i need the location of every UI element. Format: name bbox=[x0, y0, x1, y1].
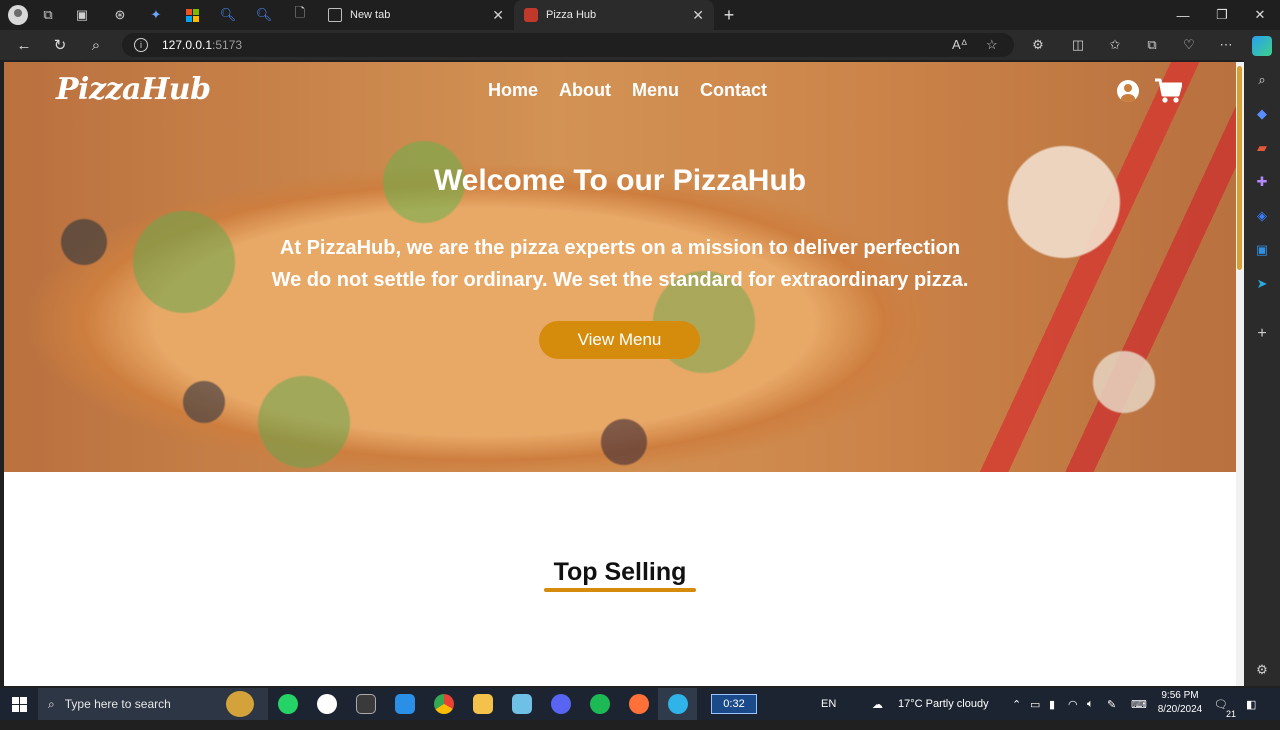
refresh-icon[interactable]: ↻ bbox=[42, 30, 78, 60]
notification-count: 21 bbox=[1226, 709, 1237, 719]
outlook-icon[interactable]: ▣ bbox=[1252, 240, 1272, 260]
language-indicator[interactable]: EN bbox=[821, 688, 836, 720]
profile-avatar-icon[interactable] bbox=[8, 5, 28, 25]
whatsapp-icon[interactable] bbox=[268, 688, 307, 720]
search-icon: ⌕ bbox=[48, 696, 55, 711]
clock-time: 9:56 PM bbox=[1161, 690, 1199, 701]
clock-date: 8/20/2024 bbox=[1157, 704, 1203, 715]
hero-subtitle-line-2: We do not settle for ordinary. We set th… bbox=[271, 269, 969, 291]
url-port: :5173 bbox=[212, 38, 243, 52]
tab-actions-icon[interactable]: ▣ bbox=[68, 1, 96, 29]
nav-home[interactable]: Home bbox=[488, 80, 538, 101]
search-icon[interactable]: ⌕ bbox=[78, 30, 114, 60]
chrome-icon[interactable] bbox=[424, 688, 463, 720]
browser-essentials-icon[interactable]: ♡ bbox=[1171, 30, 1207, 60]
send-icon[interactable]: ➤ bbox=[1252, 274, 1272, 294]
more-options-icon[interactable]: ⋯ bbox=[1208, 30, 1244, 60]
new-tab-favicon-icon bbox=[328, 8, 342, 22]
sidebar-search-icon[interactable]: ⌕ bbox=[1252, 70, 1272, 90]
pinned-tab-chatgpt-icon[interactable]: ⊛ bbox=[102, 0, 138, 30]
tab-pizza-hub[interactable]: Pizza Hub ✕ bbox=[514, 0, 714, 30]
spotify-icon[interactable] bbox=[580, 688, 619, 720]
favorite-star-icon[interactable]: ☆ bbox=[986, 33, 998, 57]
media-timer[interactable]: 0:32 bbox=[711, 694, 757, 714]
system-clock[interactable]: 9:56 PM 8/20/2024 bbox=[1154, 689, 1206, 717]
shopping-cart-icon[interactable] bbox=[1154, 78, 1182, 104]
pen-icon[interactable]: ✎ bbox=[1107, 688, 1116, 720]
pinned-tab-search-icon[interactable]: 🔍︎ bbox=[210, 0, 246, 30]
tab-new-tab[interactable]: New tab ✕ bbox=[318, 0, 514, 30]
top-selling-heading: Top Selling bbox=[553, 558, 687, 586]
nav-menu[interactable]: Menu bbox=[632, 80, 679, 101]
page-viewport: PizzaHub Home About Menu Contact Welcome… bbox=[4, 62, 1236, 686]
hero-subtitle-line-1: At PizzaHub, we are the pizza experts on… bbox=[279, 237, 961, 259]
close-tab-icon[interactable]: ✕ bbox=[692, 7, 704, 24]
taskbar-search-box[interactable]: ⌕ Type here to search bbox=[38, 688, 268, 720]
heading-underline bbox=[544, 588, 696, 592]
weather-icon[interactable]: ☁ bbox=[872, 688, 883, 720]
collections-icon[interactable]: ⧉ bbox=[1134, 30, 1170, 60]
pinned-tab-document-icon[interactable]: 🗋 bbox=[282, 0, 318, 30]
split-screen-icon[interactable]: ◫ bbox=[1060, 30, 1096, 60]
weather-text[interactable]: 17°C Partly cloudy bbox=[898, 688, 989, 720]
widgets-icon[interactable]: ◧ bbox=[1246, 688, 1256, 720]
taskbar-search-placeholder: Type here to search bbox=[64, 697, 171, 711]
site-logo[interactable]: PizzaHub bbox=[56, 72, 211, 107]
shopping-tag-icon[interactable]: ◆ bbox=[1252, 104, 1272, 124]
games-icon[interactable]: ✚ bbox=[1252, 172, 1272, 192]
add-sidebar-app-icon[interactable]: + bbox=[1252, 324, 1272, 344]
volume-icon[interactable]: 🔈︎ bbox=[1087, 688, 1094, 720]
maximize-icon[interactable]: ❐ bbox=[1203, 0, 1241, 30]
nav-contact[interactable]: Contact bbox=[700, 80, 767, 101]
edge-sidebar bbox=[1244, 30, 1280, 686]
file-explorer-icon[interactable] bbox=[463, 688, 502, 720]
sidebar-settings-icon[interactable]: ⚙︎ bbox=[1252, 660, 1272, 680]
tray-device-icon[interactable]: ▭ bbox=[1030, 688, 1040, 720]
microsoft-365-icon[interactable]: ◈ bbox=[1252, 206, 1272, 226]
firefox-icon[interactable] bbox=[619, 688, 658, 720]
nav-about[interactable]: About bbox=[559, 80, 611, 101]
keyboard-icon[interactable]: ⌨ bbox=[1131, 688, 1147, 720]
tab-title: New tab bbox=[350, 9, 391, 21]
url-host: 127.0.0.1 bbox=[162, 38, 213, 52]
pinned-tab-search-2-icon[interactable]: 🔍︎ bbox=[246, 0, 282, 30]
view-menu-button[interactable]: View Menu bbox=[539, 321, 700, 359]
search-highlight-icon bbox=[226, 691, 254, 717]
pinned-tab-microsoft-icon[interactable] bbox=[174, 0, 210, 30]
discord-icon[interactable] bbox=[541, 688, 580, 720]
workspaces-icon[interactable]: ⧉ bbox=[34, 1, 62, 29]
battery-icon[interactable]: ▮ bbox=[1049, 688, 1055, 720]
back-arrow-icon[interactable]: ← bbox=[6, 30, 42, 60]
extensions-icon[interactable]: ⚙︎ bbox=[1020, 30, 1056, 60]
hero-title: Welcome To our PizzaHub bbox=[433, 164, 807, 197]
github-icon[interactable] bbox=[307, 688, 346, 720]
site-nav: Home About Menu Contact bbox=[488, 80, 767, 101]
new-tab-plus-icon[interactable]: + bbox=[714, 0, 744, 30]
terminal-icon[interactable] bbox=[346, 688, 385, 720]
copilot-icon[interactable] bbox=[1252, 36, 1272, 56]
vscode-icon[interactable] bbox=[385, 688, 424, 720]
close-tab-icon[interactable]: ✕ bbox=[492, 7, 504, 24]
tab-title: Pizza Hub bbox=[546, 9, 597, 21]
hero-section: PizzaHub Home About Menu Contact Welcome… bbox=[4, 62, 1236, 472]
site-info-icon[interactable]: i bbox=[134, 38, 148, 52]
read-aloud-icon[interactable]: Aᐞ bbox=[952, 33, 968, 57]
tab-strip: ⧉ ▣ ⊛ ✦ 🔍︎ 🔍︎ 🗋 New tab ✕ Pizza Hub ✕ + … bbox=[0, 0, 1280, 30]
wifi-icon[interactable]: ◠ bbox=[1068, 688, 1078, 720]
close-window-icon[interactable]: ✕ bbox=[1241, 0, 1279, 30]
tools-briefcase-icon[interactable]: ▰ bbox=[1252, 138, 1272, 158]
pinned-tab-gemini-icon[interactable]: ✦ bbox=[138, 0, 174, 30]
address-bar[interactable]: i 127.0.0.1 :5173 Aᐞ ☆ bbox=[122, 33, 1014, 57]
favorites-icon[interactable]: ✩ bbox=[1097, 30, 1133, 60]
pizza-favicon-icon bbox=[524, 8, 538, 22]
minimize-icon[interactable]: — bbox=[1164, 0, 1202, 30]
show-hidden-icons-icon[interactable]: ⌃ bbox=[1012, 688, 1021, 720]
user-account-icon[interactable] bbox=[1117, 80, 1139, 102]
page-scrollbar-thumb[interactable] bbox=[1237, 66, 1242, 270]
notes-app-icon[interactable] bbox=[502, 688, 541, 720]
windows-start-icon[interactable] bbox=[0, 688, 38, 720]
edge-icon[interactable] bbox=[658, 688, 697, 720]
